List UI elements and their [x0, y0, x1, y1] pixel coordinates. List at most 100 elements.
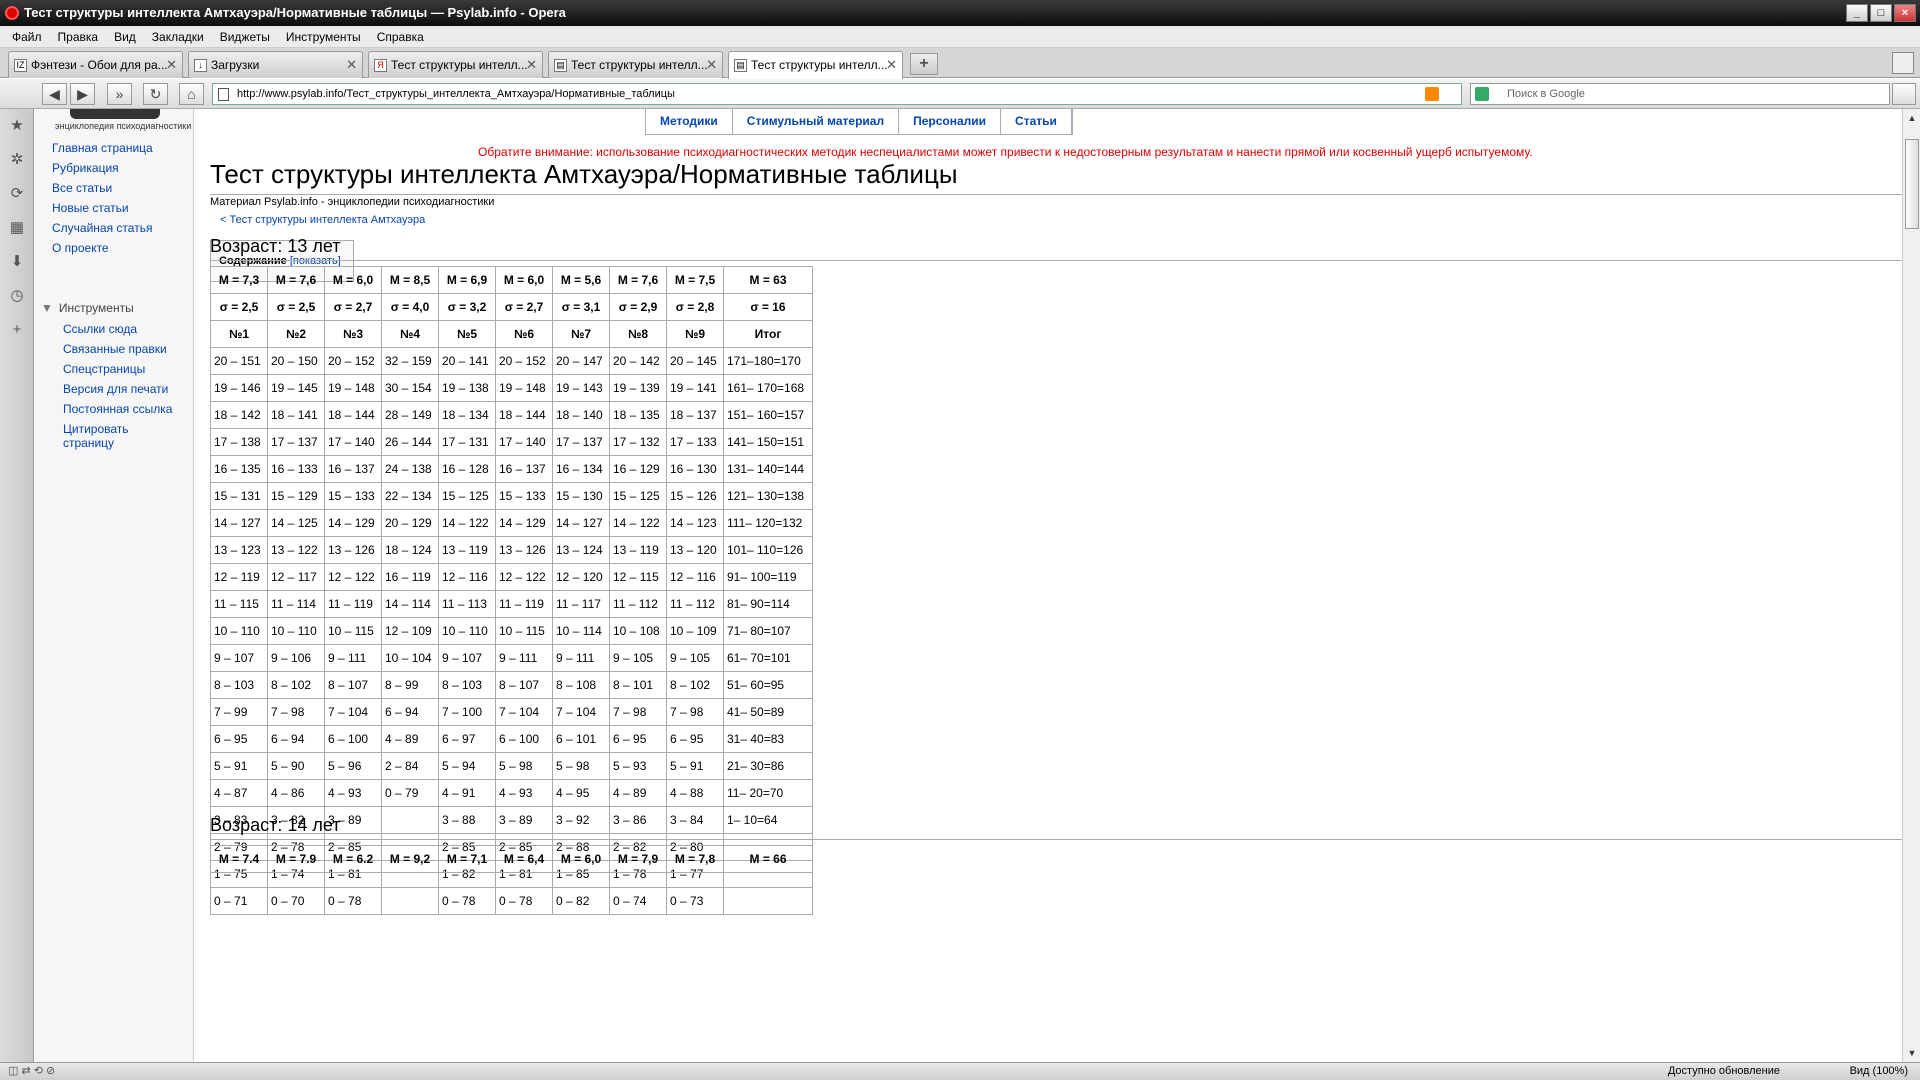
status-tools-icon[interactable]: ◫ ⇄ ⟲ ⊘: [8, 1063, 55, 1080]
scroll-thumb[interactable]: [1905, 139, 1919, 229]
table-cell: 121– 130=138: [723, 482, 813, 510]
table-cell: 6 – 94: [267, 725, 325, 753]
menu-widgets[interactable]: Виджеты: [212, 26, 278, 47]
table-cell: №9: [666, 320, 724, 348]
table-cell: 16 – 128: [438, 455, 496, 483]
bookmarks-icon[interactable]: ★: [8, 117, 26, 135]
tab-downloads[interactable]: ↓ Загрузки ✕: [188, 51, 363, 78]
tab-close-icon[interactable]: ✕: [706, 57, 717, 73]
unite-icon[interactable]: ⟳: [8, 185, 26, 203]
downloads-icon[interactable]: ⬇: [8, 253, 26, 271]
tab-fantasy[interactable]: IZ Фэнтези - Обои для ра... ✕: [8, 51, 183, 78]
table-row: 19 – 146 19 – 145 19 – 148 30 – 154 19 – 138…: [210, 374, 813, 402]
search-input[interactable]: Поиск в Google: [1470, 83, 1890, 105]
sidebar-link-new-articles[interactable]: Новые статьи: [52, 201, 129, 215]
table-cell: M = 9,2: [381, 845, 439, 873]
tab-label: Фэнтези - Обои для ра...: [31, 58, 168, 72]
table-cell: №6: [495, 320, 553, 348]
menu-bookmarks[interactable]: Закладки: [144, 26, 212, 47]
page-icon: ▤: [734, 59, 747, 72]
table-cell: 31– 40=83: [723, 725, 813, 753]
vertical-scrollbar[interactable]: ▲ ▼: [1902, 109, 1920, 1062]
table-cell: 14 – 129: [324, 509, 382, 537]
table-cell: 17 – 140: [495, 428, 553, 456]
table-cell: 13 – 123: [210, 536, 268, 564]
status-bar: ◫ ⇄ ⟲ ⊘ Доступно обновление Вид (100%): [0, 1062, 1920, 1080]
table-row: 20 – 151 20 – 150 20 – 152 32 – 159 20 – 141…: [210, 347, 813, 375]
close-button[interactable]: ×: [1894, 4, 1916, 22]
menu-view[interactable]: Вид: [106, 26, 144, 47]
sidebar-link-main[interactable]: Главная страница: [52, 141, 153, 155]
table-cell: 4 – 87: [210, 779, 268, 807]
menu-tools[interactable]: Инструменты: [278, 26, 369, 47]
table-header-row: M = 7.4 M = 7.9 M = 6.2 M = 9,2 M = 7,1 M = 6…: [210, 845, 813, 873]
table-cell: M = 6.2: [324, 845, 382, 873]
sidebar-link-permalink[interactable]: Постоянная ссылка: [63, 402, 172, 416]
sidebar-link-print[interactable]: Версия для печати: [63, 382, 168, 396]
table-cell: 17 – 137: [552, 428, 610, 456]
history-icon[interactable]: ◷: [8, 287, 26, 305]
tab-menu-icon[interactable]: [1892, 52, 1914, 74]
back-icon[interactable]: ◀: [42, 83, 67, 105]
table-cell: 16 – 137: [495, 455, 553, 483]
zoom-level[interactable]: Вид (100%): [1850, 1063, 1908, 1080]
table-cell: 20 – 151: [210, 347, 268, 375]
add-panel-icon[interactable]: +: [8, 321, 26, 339]
search-placeholder: Поиск в Google: [1507, 88, 1585, 100]
table-cell: 4 – 86: [267, 779, 325, 807]
scroll-up-icon[interactable]: ▲: [1905, 111, 1919, 125]
menu-edit[interactable]: Правка: [50, 26, 107, 47]
topnav-persons[interactable]: Персоналии: [899, 109, 1002, 134]
table-header-row: σ = 2,5 σ = 2,5 σ = 2,7 σ = 4,0 σ = 3,2 σ = 2…: [210, 293, 813, 321]
reload-icon[interactable]: ↻: [143, 83, 168, 105]
topnav-articles[interactable]: Статьи: [1001, 109, 1072, 134]
forward-icon[interactable]: ▶: [70, 83, 95, 105]
sidebar-link-about[interactable]: О проекте: [52, 241, 109, 255]
address-field[interactable]: http://www.psylab.info/Тест_структуры_ин…: [212, 83, 1462, 105]
sidebar-link-related-changes[interactable]: Связанные правки: [63, 342, 167, 356]
menu-file[interactable]: Файл: [4, 26, 50, 47]
site-logo[interactable]: энциклопедия психодиагностики: [55, 109, 191, 131]
scroll-down-icon[interactable]: ▼: [1905, 1046, 1919, 1060]
table-cell: 151– 160=157: [723, 401, 813, 429]
new-tab-button[interactable]: +: [910, 53, 938, 75]
sidebar-link-categories[interactable]: Рубрикация: [52, 161, 119, 175]
table-cell: 4 – 93: [495, 779, 553, 807]
notes-icon[interactable]: ▦: [8, 219, 26, 237]
tab-test-active[interactable]: ▤ Тест структуры интелл... ✕: [728, 51, 903, 79]
tab-close-icon[interactable]: ✕: [346, 57, 357, 73]
rss-icon[interactable]: [1425, 87, 1439, 101]
table-cell: 13 – 119: [438, 536, 496, 564]
sidebar-link-special-pages[interactable]: Спецстраницы: [63, 362, 145, 376]
tools-heading[interactable]: ▼ Инструменты: [41, 301, 134, 315]
fast-forward-icon[interactable]: »: [107, 83, 132, 105]
maximize-button[interactable]: □: [1870, 4, 1892, 22]
topnav-methods[interactable]: Методики: [646, 109, 733, 134]
topnav-stimuli[interactable]: Стимульный материал: [733, 109, 900, 134]
table-cell: 9 – 111: [495, 644, 553, 672]
update-status[interactable]: Доступно обновление: [1668, 1063, 1780, 1080]
table-cell: 20 – 152: [324, 347, 382, 375]
table-cell: 5 – 91: [666, 752, 724, 780]
tab-label: Тест структуры интелл...: [571, 58, 708, 72]
sidebar-link-whatlinkshere[interactable]: Ссылки сюда: [63, 322, 137, 336]
search-button[interactable]: [1892, 83, 1916, 105]
tab-close-icon[interactable]: ✕: [886, 57, 897, 73]
url-text: http://www.psylab.info/Тест_структуры_ин…: [237, 88, 675, 100]
tab-close-icon[interactable]: ✕: [526, 57, 537, 73]
home-icon[interactable]: ⌂: [179, 83, 204, 105]
menu-help[interactable]: Справка: [369, 26, 432, 47]
sidebar-link-all-articles[interactable]: Все статьи: [52, 181, 112, 195]
table-cell: №4: [381, 320, 439, 348]
sidebar-link-cite[interactable]: Цитировать страницу: [63, 422, 173, 450]
minimize-button[interactable]: _: [1846, 4, 1868, 22]
table-cell: 6 – 95: [609, 725, 667, 753]
tab-test-1[interactable]: Я Тест структуры интелл... ✕: [368, 51, 543, 78]
tab-test-2[interactable]: ▤ Тест структуры интелл... ✕: [548, 51, 723, 78]
table-cell: 7 – 104: [495, 698, 553, 726]
table-cell: M = 8,5: [381, 266, 439, 294]
widgets-icon[interactable]: ✲: [8, 151, 26, 169]
sidebar-link-random[interactable]: Случайная статья: [52, 221, 152, 235]
parent-page-link[interactable]: < Тест структуры интеллекта Амтхауэра: [220, 214, 425, 226]
tab-close-icon[interactable]: ✕: [166, 57, 177, 73]
